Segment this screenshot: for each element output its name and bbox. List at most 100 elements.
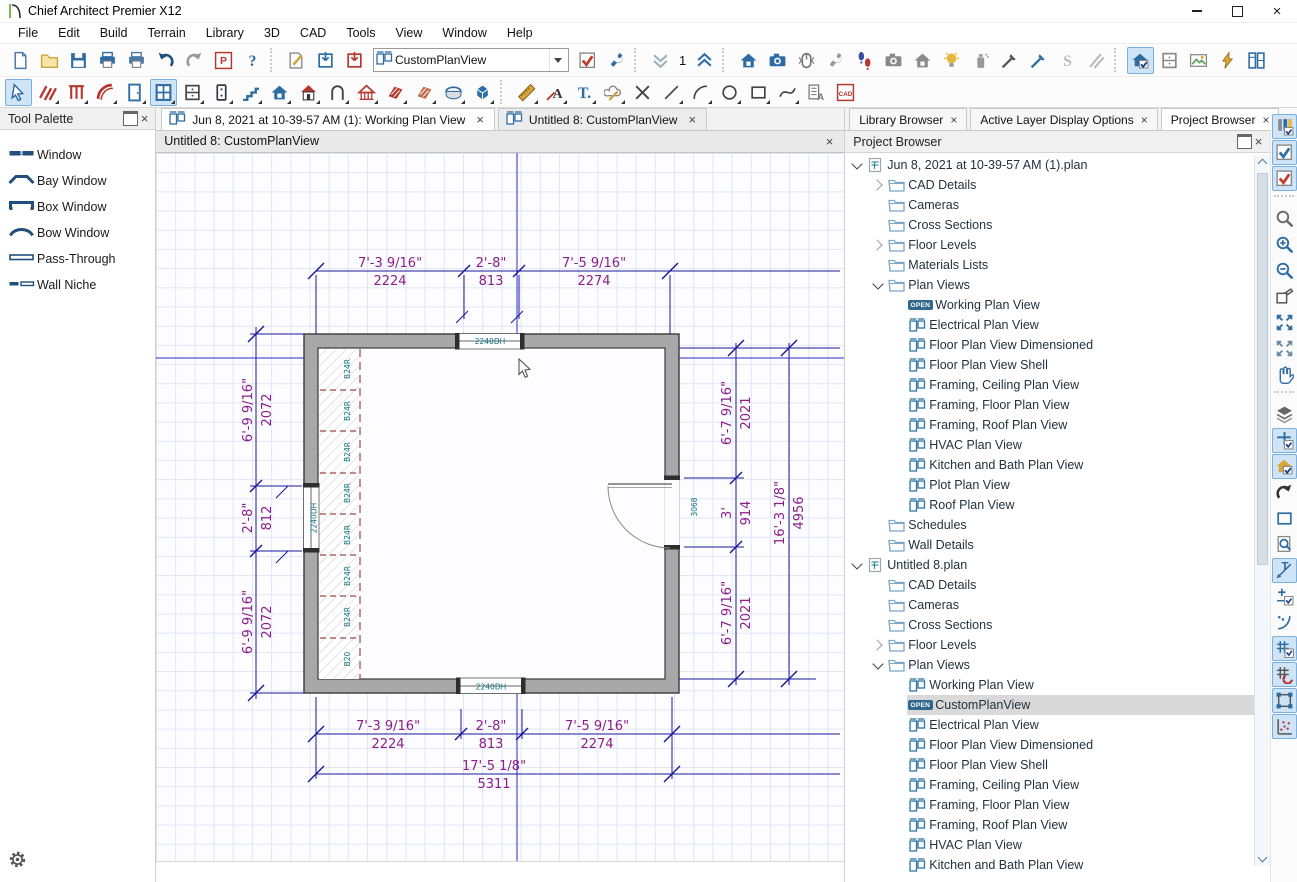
float-panel-icon[interactable] xyxy=(123,111,138,126)
tree-item-cameras[interactable]: Cameras xyxy=(845,595,1254,615)
panel-tab-project-browser[interactable]: Project Browser× xyxy=(1161,108,1280,130)
menu-cad[interactable]: CAD xyxy=(290,24,336,42)
exterior-fixture-icon[interactable] xyxy=(295,79,322,106)
zoom-in-icon[interactable] xyxy=(1272,232,1297,257)
tree-item-untitled-8-plan[interactable]: Untitled 8.plan xyxy=(845,555,1254,575)
window-top[interactable]: 2240DH xyxy=(455,333,525,350)
palette-item-window[interactable]: Window xyxy=(0,142,155,168)
fill-building-icon[interactable] xyxy=(1272,336,1297,361)
soffit-icon[interactable] xyxy=(440,79,467,106)
tree-item-kitchen-and-bath-plan-view[interactable]: Kitchen and Bath Plan View xyxy=(845,855,1254,875)
record-walkthrough-icon[interactable] xyxy=(880,47,907,74)
cad-arc-icon[interactable] xyxy=(687,79,714,106)
text-icon[interactable]: T. xyxy=(571,79,598,106)
door-tools-icon[interactable] xyxy=(121,79,148,106)
tree-item-plan-views[interactable]: Plan Views xyxy=(845,275,1254,295)
cad-circle-icon[interactable] xyxy=(716,79,743,106)
roof-tools-icon[interactable] xyxy=(382,79,409,106)
disabled-hatch-icon[interactable] xyxy=(1083,47,1110,74)
layer-display-options-icon[interactable] xyxy=(1272,114,1297,139)
tree-scrollbar[interactable] xyxy=(1254,155,1270,866)
plan-display-options-icon[interactable] xyxy=(1272,166,1297,191)
panel-tab-library-browser[interactable]: Library Browser× xyxy=(849,108,967,130)
print-icon[interactable] xyxy=(94,47,121,74)
fixture-icon[interactable] xyxy=(208,79,235,106)
new-file-icon[interactable] xyxy=(7,47,34,74)
plan-view-spec-icon[interactable] xyxy=(574,47,601,74)
tree-item-framing-floor-plan-view[interactable]: Framing, Floor Plan View xyxy=(845,395,1254,415)
expand-chevron-icon[interactable] xyxy=(870,181,886,189)
tree-item-kitchen-and-bath-plan-view[interactable]: Kitchen and Bath Plan View xyxy=(845,455,1254,475)
collapse-chevron-icon[interactable] xyxy=(849,563,865,568)
tree-item-framing-roof-plan-view[interactable]: Framing, Roof Plan View xyxy=(845,815,1254,835)
close-tab-icon[interactable]: × xyxy=(473,112,487,127)
object-snaps-icon[interactable] xyxy=(1272,584,1297,609)
cad-rect-icon[interactable] xyxy=(745,79,772,106)
rich-text-icon[interactable]: A xyxy=(542,79,569,106)
tree-item-floor-levels[interactable]: Floor Levels xyxy=(845,235,1254,255)
palette-item-bay-window[interactable]: Bay Window xyxy=(0,168,155,194)
scatter-icon[interactable] xyxy=(1272,714,1297,739)
appliance-icon[interactable] xyxy=(324,79,351,106)
menu-window[interactable]: Window xyxy=(432,24,496,42)
tree-item-plot-plan-view[interactable]: Plot Plan View xyxy=(845,475,1254,495)
tree-item-floor-plan-view-dimensioned[interactable]: Floor Plan View Dimensioned xyxy=(845,735,1254,755)
grid-magnet-icon[interactable] xyxy=(1272,662,1297,687)
close-panel-icon[interactable]: × xyxy=(1252,134,1266,149)
collapse-chevron-icon[interactable] xyxy=(870,283,886,288)
menu-edit[interactable]: Edit xyxy=(48,24,90,42)
pan-icon[interactable] xyxy=(1272,362,1297,387)
edit-handles-icon[interactable] xyxy=(1272,688,1297,713)
railing-tools-icon[interactable] xyxy=(63,79,90,106)
palette-item-bow-window[interactable]: Bow Window xyxy=(0,220,155,246)
center-point-icon[interactable] xyxy=(1272,428,1297,453)
tree-item-cad-details[interactable]: CAD Details xyxy=(845,575,1254,595)
menu-3d[interactable]: 3D xyxy=(254,24,290,42)
menu-library[interactable]: Library xyxy=(196,24,254,42)
expand-chevron-icon[interactable] xyxy=(870,241,886,249)
tree-item-roof-plan-view[interactable]: Roof Plan View xyxy=(845,495,1254,515)
disabled-smooth-icon[interactable]: S xyxy=(1054,47,1081,74)
tree-item-cameras[interactable]: Cameras xyxy=(845,195,1254,215)
menu-view[interactable]: View xyxy=(386,24,433,42)
eyedropper-icon[interactable] xyxy=(996,47,1023,74)
wall-tools-icon[interactable] xyxy=(34,79,61,106)
close-tab-icon[interactable]: × xyxy=(685,112,699,127)
tree-item-electrical-plan-view[interactable]: Electrical Plan View xyxy=(845,715,1254,735)
color-chooser-icon[interactable] xyxy=(1025,47,1052,74)
zoom-icon[interactable] xyxy=(1272,206,1297,231)
tree-item-framing-ceiling-plan-view[interactable]: Framing, Ceiling Plan View xyxy=(845,375,1254,395)
chevron-down-icon[interactable] xyxy=(549,49,566,71)
layer-painter-icon[interactable] xyxy=(1272,402,1297,427)
palette-item-wall-niche[interactable]: Wall Niche xyxy=(0,272,155,298)
tree-item-plan-views[interactable]: Plan Views xyxy=(845,655,1254,675)
angle-snaps-icon[interactable] xyxy=(1272,610,1297,635)
tree-item-cross-sections[interactable]: Cross Sections xyxy=(845,615,1254,635)
fill-window-icon[interactable] xyxy=(1272,310,1297,335)
print-preview-icon[interactable] xyxy=(123,47,150,74)
settings-gear-icon[interactable] xyxy=(8,850,27,872)
hammer-tools-icon[interactable] xyxy=(822,47,849,74)
tree-item-cross-sections[interactable]: Cross Sections xyxy=(845,215,1254,235)
tree-item-working-plan-view[interactable]: Working Plan View xyxy=(845,675,1254,695)
drawing-canvas[interactable]: B24R B24R B24R B24R B24R B24R B24R B20 xyxy=(156,153,844,861)
tree-item-hvac-plan-view[interactable]: HVAC Plan View xyxy=(845,435,1254,455)
redo-icon[interactable] xyxy=(181,47,208,74)
select-objects-icon[interactable] xyxy=(5,79,32,106)
tree-item-framing-ceiling-plan-view[interactable]: Framing, Ceiling Plan View xyxy=(845,775,1254,795)
grid-snaps-icon[interactable] xyxy=(1272,636,1297,661)
menu-tools[interactable]: Tools xyxy=(336,24,385,42)
close-button[interactable]: × xyxy=(1257,0,1297,22)
save-icon[interactable] xyxy=(65,47,92,74)
close-tab-icon[interactable]: × xyxy=(1141,113,1148,127)
tree-item-framing-roof-plan-view[interactable]: Framing, Roof Plan View xyxy=(845,415,1254,435)
save-plan-view-icon[interactable] xyxy=(312,47,339,74)
plan-view-selector[interactable]: CustomPlanView xyxy=(373,48,569,72)
delete-cad-icon[interactable] xyxy=(629,79,656,106)
framing-icon[interactable] xyxy=(353,79,380,106)
tree-item-floor-levels[interactable]: Floor Levels xyxy=(845,635,1254,655)
undo-zoom-icon[interactable] xyxy=(1272,284,1297,309)
zoom-out-icon[interactable] xyxy=(1272,258,1297,283)
menu-terrain[interactable]: Terrain xyxy=(138,24,196,42)
menu-build[interactable]: Build xyxy=(90,24,138,42)
